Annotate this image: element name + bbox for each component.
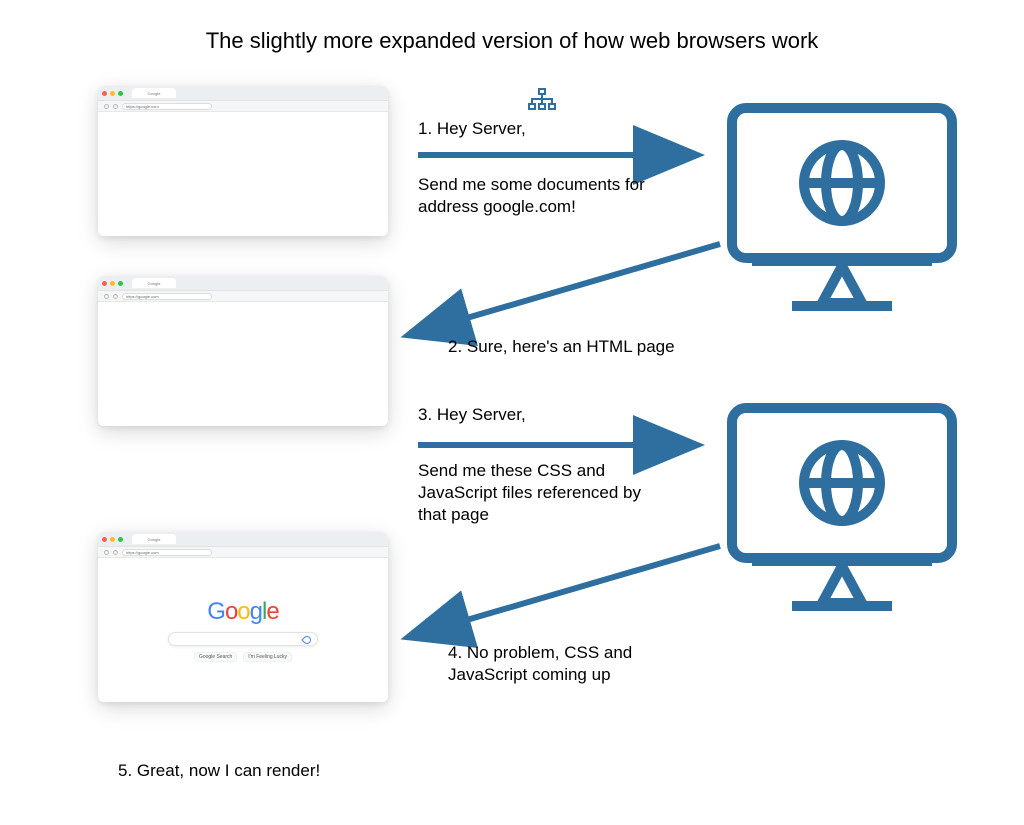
- traffic-light-minimize-icon: [110, 537, 115, 542]
- traffic-light-minimize-icon: [110, 281, 115, 286]
- viewport-blank: [98, 112, 388, 236]
- server-icon-2: [722, 398, 962, 618]
- forward-icon: [113, 104, 118, 109]
- address-bar: https://google.com: [98, 290, 388, 302]
- tab-bar: Google: [98, 276, 388, 290]
- tab-bar: Google: [98, 86, 388, 100]
- step-2: 2. Sure, here's an HTML page: [448, 336, 675, 358]
- traffic-light-zoom-icon: [118, 91, 123, 96]
- traffic-light-minimize-icon: [110, 91, 115, 96]
- back-icon: [104, 104, 109, 109]
- traffic-light-zoom-icon: [118, 281, 123, 286]
- url-display: https://google.com: [122, 103, 212, 110]
- google-search-button: Google Search: [194, 652, 237, 662]
- browser-window-3: Google https://google.com Google Google …: [98, 532, 388, 702]
- google-search-input: [168, 632, 318, 646]
- browser-tab: Google: [132, 534, 176, 544]
- step-4: 4. No problem, CSS and JavaScript coming…: [448, 642, 708, 686]
- network-icon: [528, 88, 556, 112]
- traffic-light-zoom-icon: [118, 537, 123, 542]
- back-icon: [104, 294, 109, 299]
- url-display: https://google.com: [122, 549, 212, 556]
- url-display: https://google.com: [122, 293, 212, 300]
- traffic-light-close-icon: [102, 537, 107, 542]
- browser-tab: Google: [132, 88, 176, 98]
- browser-window-2: Google https://google.com: [98, 276, 388, 426]
- step-1-heading: 1. Hey Server,: [418, 118, 526, 140]
- step-5: 5. Great, now I can render!: [118, 760, 320, 782]
- step-3-body: Send me these CSS and JavaScript files r…: [418, 460, 668, 526]
- tab-bar: Google: [98, 532, 388, 546]
- google-buttons: Google Search I'm Feeling Lucky: [194, 652, 292, 662]
- page-title: The slightly more expanded version of ho…: [0, 28, 1024, 54]
- forward-icon: [113, 294, 118, 299]
- server-icon-1: [722, 98, 962, 318]
- address-bar: https://google.com: [98, 546, 388, 558]
- arrow-request-1: [418, 140, 708, 175]
- step-1-body: Send me some documents for address googl…: [418, 174, 678, 218]
- browser-tab: Google: [132, 278, 176, 288]
- google-logo: Google: [207, 598, 278, 626]
- back-icon: [104, 550, 109, 555]
- forward-icon: [113, 550, 118, 555]
- google-lucky-button: I'm Feeling Lucky: [243, 652, 292, 662]
- viewport-blank: [98, 302, 388, 426]
- browser-window-1: Google https://google.com: [98, 86, 388, 236]
- viewport-google: Google Google Search I'm Feeling Lucky: [98, 558, 388, 702]
- traffic-light-close-icon: [102, 281, 107, 286]
- address-bar: https://google.com: [98, 100, 388, 112]
- arrow-response-2: [400, 538, 730, 653]
- traffic-light-close-icon: [102, 91, 107, 96]
- step-3-heading: 3. Hey Server,: [418, 404, 526, 426]
- arrow-response-1: [400, 236, 730, 351]
